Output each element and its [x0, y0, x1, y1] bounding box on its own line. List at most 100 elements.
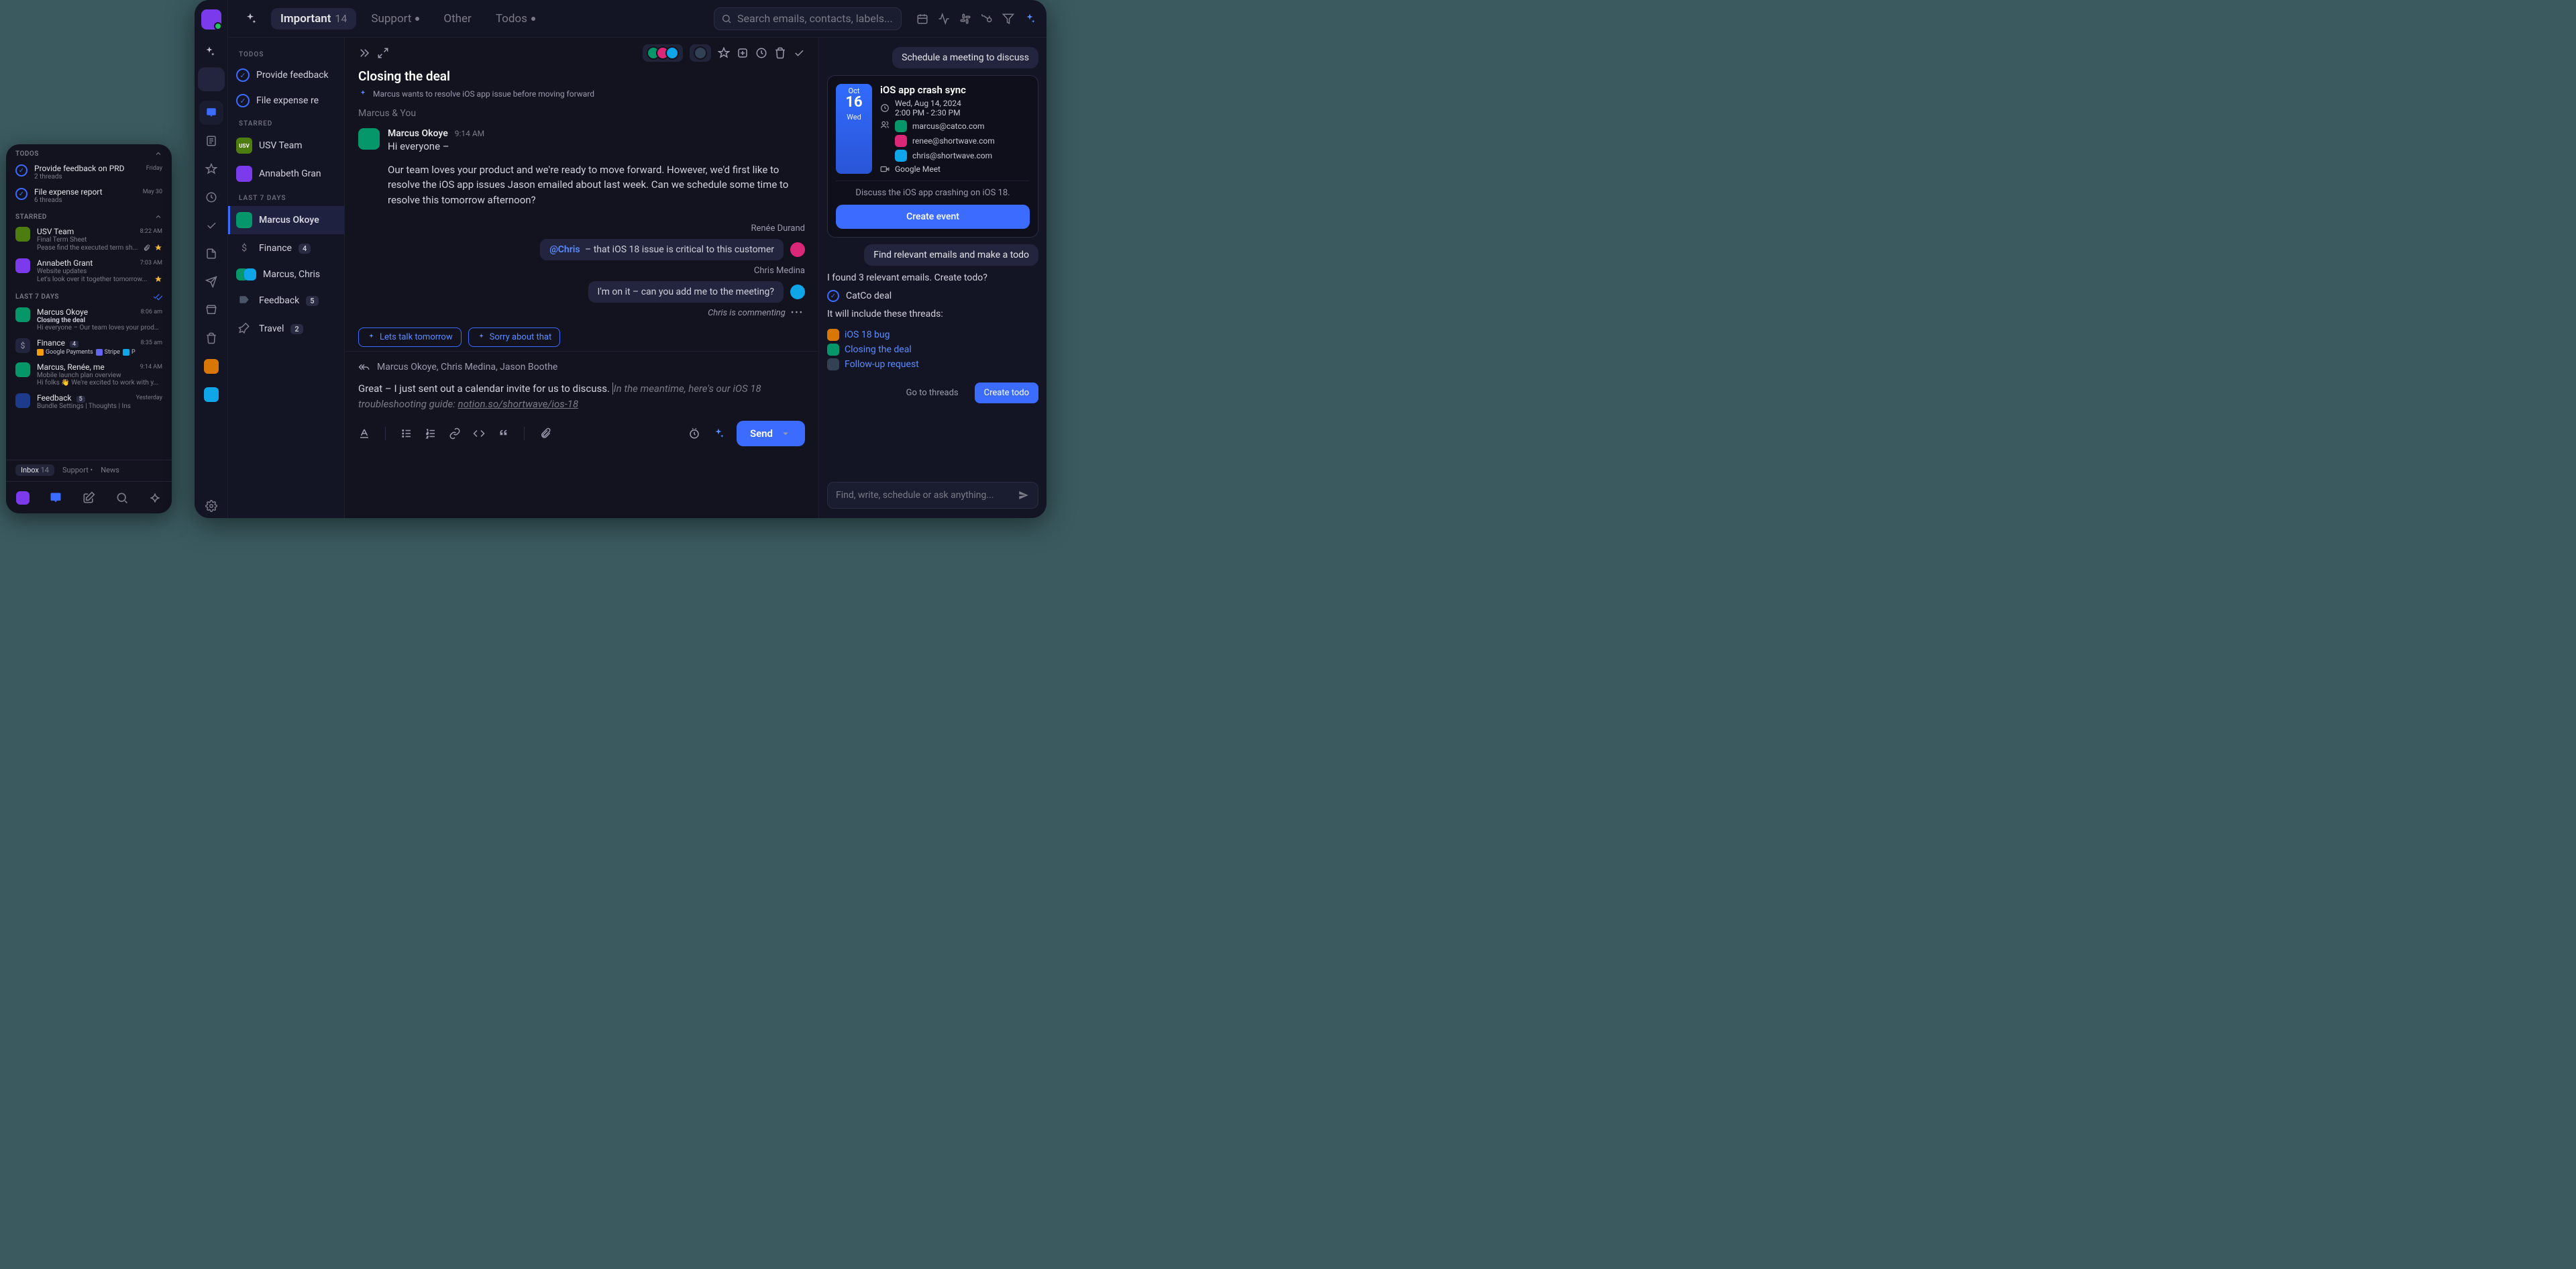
text-format-icon[interactable]	[358, 427, 370, 440]
rail-done[interactable]	[199, 213, 223, 238]
mobile-inbox-tab[interactable]: Inbox 14	[15, 464, 54, 476]
threadlist-item[interactable]: Marcus, Chris	[228, 262, 344, 287]
threadlist-item[interactable]: Marcus Okoye	[228, 206, 344, 234]
mobile-thread-item[interactable]: Annabeth Grant7:03 AMWebsite updatesLet'…	[6, 255, 172, 287]
participant-avatars[interactable]	[690, 44, 711, 62]
attach-icon[interactable]	[539, 427, 551, 440]
ai-input[interactable]: Find, write, schedule or ask anything...	[827, 482, 1038, 509]
rail-archive[interactable]	[199, 298, 223, 322]
comment-bubble: I'm on it – can you add me to the meetin…	[588, 281, 784, 303]
typing-indicator: Chris is commenting•••	[345, 305, 818, 321]
schedule-send-icon[interactable]	[688, 427, 700, 440]
sender-name: Marcus Okoye	[388, 128, 448, 139]
reply-all-icon[interactable]	[358, 361, 370, 373]
mobile-support-tab[interactable]: Support •	[62, 466, 93, 474]
chevron-up-icon[interactable]	[154, 213, 162, 221]
ai-thread-link[interactable]: Follow-up request	[827, 358, 1038, 370]
create-todo-button[interactable]: Create todo	[975, 383, 1038, 403]
tab-other[interactable]: Other	[434, 8, 480, 30]
participant-avatars[interactable]	[643, 44, 683, 62]
chevron-up-icon[interactable]	[154, 150, 162, 158]
mobile-thread-item[interactable]: USV Team8:22 AMFinal Term SheetPease fin…	[6, 223, 172, 255]
ai-sparkle-icon[interactable]	[239, 7, 262, 30]
rail-starred[interactable]	[199, 157, 223, 181]
activity-icon[interactable]	[938, 13, 950, 25]
rail-notes[interactable]	[199, 129, 223, 153]
compose-area: Marcus Okoye, Chris Medina, Jason Boothe…	[345, 351, 818, 456]
tab-important[interactable]: Important14	[271, 8, 356, 30]
threadlist-item[interactable]: USVUSV Team	[228, 132, 344, 160]
left-rail	[195, 0, 228, 518]
collapse-icon[interactable]	[358, 47, 370, 59]
star-icon[interactable]	[718, 47, 730, 59]
hubspot-icon[interactable]	[981, 13, 993, 25]
ai-response-text: It will include these threads:	[827, 309, 1038, 319]
ai-thread-link[interactable]: iOS 18 bug	[827, 329, 1038, 341]
ai-icon[interactable]	[148, 491, 162, 505]
rail-contact-2[interactable]	[199, 383, 223, 407]
rail-snoozed[interactable]	[199, 185, 223, 209]
send-button[interactable]: Send	[737, 421, 805, 446]
threadlist-item[interactable]: ✓Provide feedback	[228, 62, 344, 88]
inbox-icon[interactable]	[49, 491, 62, 505]
threadlist-item[interactable]: Feedback5	[228, 287, 344, 315]
rail-sent[interactable]	[199, 270, 223, 294]
slack-icon[interactable]	[959, 13, 971, 25]
search-input[interactable]: Search emails, contacts, labels...	[714, 7, 902, 30]
threadlist-item[interactable]: Annabeth Gran	[228, 160, 344, 188]
quote-icon[interactable]	[497, 427, 509, 440]
snooze-icon[interactable]	[755, 47, 767, 59]
calendar-icon[interactable]	[916, 13, 928, 25]
mobile-thread-item[interactable]: $Finance 48:35 amGoogle PaymentsStripeP	[6, 335, 172, 359]
sparkle-icon	[358, 89, 368, 99]
message-time: 9:14 AM	[455, 129, 484, 138]
compose-icon[interactable]	[82, 491, 95, 505]
mobile-thread-item[interactable]: Feedback 5YesterdayBundle Settings | Tho…	[6, 390, 172, 413]
rail-drafts[interactable]	[199, 242, 223, 266]
ai-response-text: I found 3 relevant emails. Create todo?	[827, 272, 1038, 283]
compose-button[interactable]	[198, 67, 225, 91]
ai-sparkle-icon[interactable]	[1024, 13, 1036, 25]
compose-recipients[interactable]: Marcus Okoye, Chris Medina, Jason Boothe	[377, 362, 557, 372]
conversation-title: Closing the deal	[345, 66, 818, 87]
search-icon[interactable]	[115, 491, 129, 505]
user-avatar[interactable]	[201, 9, 221, 30]
mobile-todo-item[interactable]: ✓Provide feedback on PRDFriday2 threads	[6, 160, 172, 184]
double-check-icon[interactable]	[153, 292, 162, 301]
bullet-list-icon[interactable]	[400, 427, 413, 440]
trash-icon[interactable]	[774, 47, 786, 59]
rail-settings[interactable]	[199, 494, 223, 518]
link-icon[interactable]	[449, 427, 461, 440]
mobile-todo-item[interactable]: ✓File expense reportMay 306 threads	[6, 184, 172, 207]
ai-summary: Marcus wants to resolve iOS app issue be…	[345, 87, 818, 101]
ai-thread-link[interactable]: Closing the deal	[827, 344, 1038, 356]
suggestion-button[interactable]: Sorry about that	[468, 327, 561, 347]
rail-inbox[interactable]	[199, 101, 223, 125]
number-list-icon[interactable]	[425, 427, 437, 440]
threadlist-item[interactable]: Travel2	[228, 315, 344, 343]
topbar: Important14 Support Other Todos Search e…	[228, 0, 1046, 38]
suggestion-button[interactable]: Lets talk tomorrow	[358, 327, 462, 347]
mobile-thread-item[interactable]: Marcus, Renée, me9:14 AMMobile launch pl…	[6, 359, 172, 390]
code-icon[interactable]	[473, 427, 485, 440]
create-event-button[interactable]: Create event	[836, 205, 1030, 229]
threadlist-item[interactable]: $Finance4	[228, 234, 344, 262]
tab-todos[interactable]: Todos	[486, 8, 545, 30]
ai-compose-icon[interactable]	[712, 427, 724, 440]
tab-support[interactable]: Support	[362, 8, 429, 30]
mobile-news-tab[interactable]: News	[101, 466, 119, 474]
paperclip-icon	[143, 244, 150, 252]
rail-contact-1[interactable]	[199, 354, 223, 378]
rail-trash[interactable]	[199, 326, 223, 350]
mobile-thread-item[interactable]: Marcus Okoye8:06 amClosing the dealHi ev…	[6, 304, 172, 335]
ai-sparkle-button[interactable]	[198, 40, 221, 63]
avatar-icon[interactable]	[16, 491, 30, 505]
filter-icon[interactable]	[1002, 13, 1014, 25]
expand-icon[interactable]	[377, 47, 389, 59]
send-icon[interactable]	[1018, 489, 1030, 501]
todo-add-icon[interactable]	[737, 47, 749, 59]
done-icon[interactable]	[793, 47, 805, 59]
go-to-threads-button[interactable]: Go to threads	[897, 383, 968, 403]
compose-body[interactable]: Great – I just sent out a calendar invit…	[358, 377, 805, 414]
threadlist-item[interactable]: ✓File expense re	[228, 88, 344, 113]
